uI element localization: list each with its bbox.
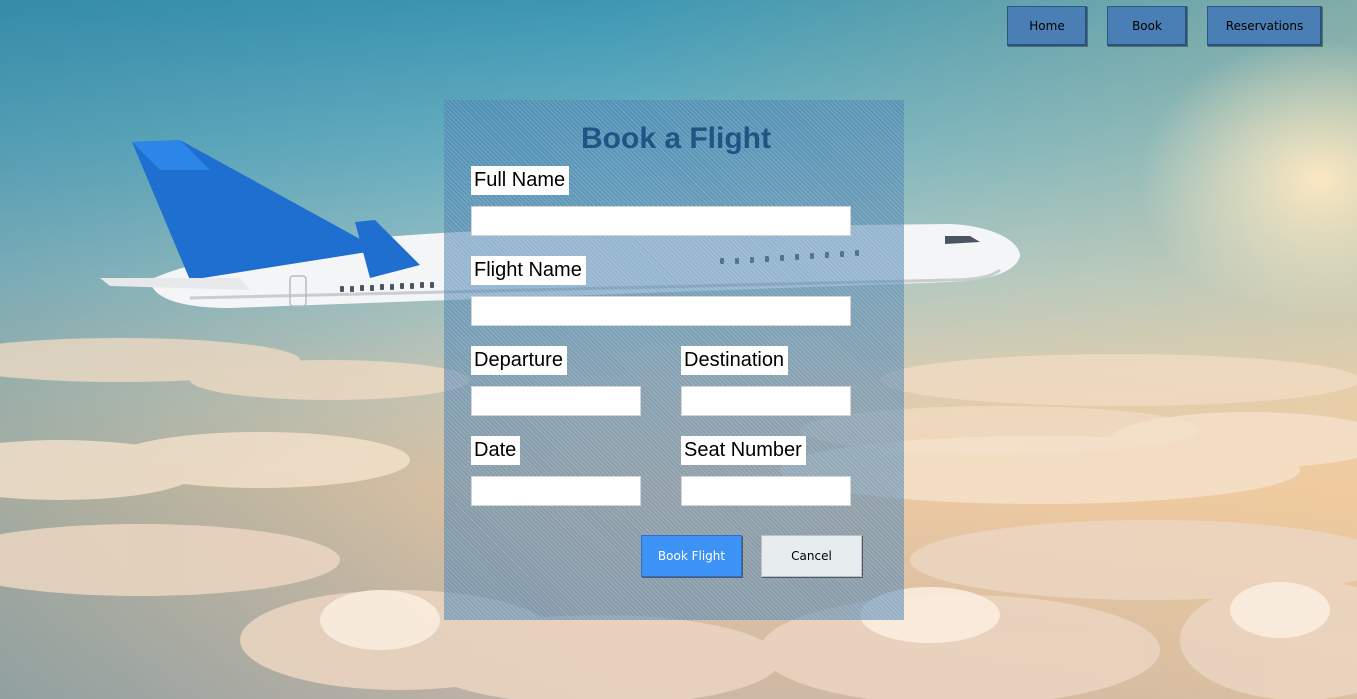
form-title: Book a Flight bbox=[581, 122, 771, 155]
seat-number-label: Seat Number bbox=[681, 436, 806, 465]
nav-book-button[interactable]: Book bbox=[1107, 6, 1187, 46]
destination-label: Destination bbox=[681, 346, 789, 375]
full-name-label: Full Name bbox=[471, 166, 570, 195]
book-flight-button[interactable]: Book Flight bbox=[641, 535, 742, 577]
flight-name-input[interactable] bbox=[471, 296, 851, 326]
cancel-button[interactable]: Cancel bbox=[761, 535, 862, 577]
seat-number-input[interactable] bbox=[681, 476, 851, 506]
booking-form-panel: Book a Flight Full Name Flight Name Depa… bbox=[444, 100, 904, 620]
date-label: Date bbox=[471, 436, 521, 465]
departure-input[interactable] bbox=[471, 386, 641, 416]
destination-input[interactable] bbox=[681, 386, 851, 416]
full-name-input[interactable] bbox=[471, 206, 851, 236]
date-input[interactable] bbox=[471, 476, 641, 506]
nav-home-button[interactable]: Home bbox=[1007, 6, 1087, 46]
departure-label: Departure bbox=[471, 346, 567, 375]
nav-reservations-button[interactable]: Reservations bbox=[1207, 6, 1322, 46]
flight-name-label: Flight Name bbox=[471, 256, 586, 285]
